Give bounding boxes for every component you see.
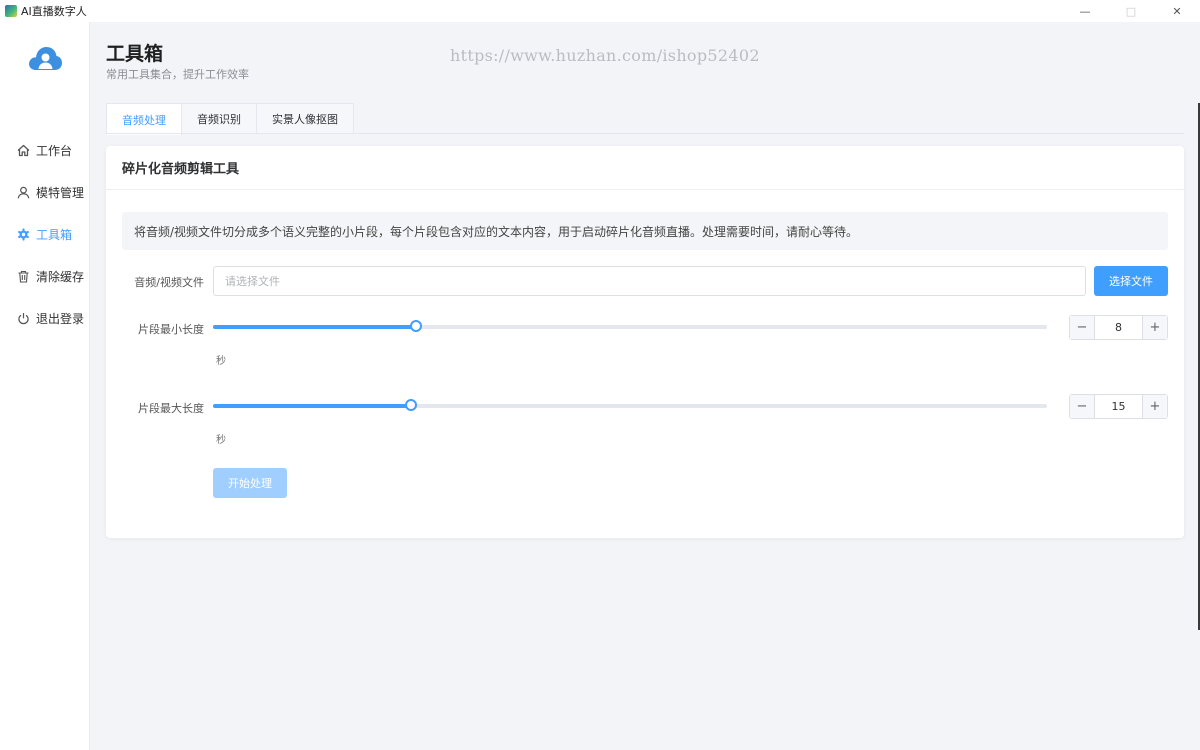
max-length-label: 片段最大长度 xyxy=(138,402,204,415)
sidebar-item-logout[interactable]: 退出登录 xyxy=(0,297,90,339)
sidebar-item-label: 清除缓存 xyxy=(36,269,85,284)
tool-description: 将音频/视频文件切分成多个语义完整的小片段，每个片段包含对应的文本内容，用于启动… xyxy=(122,212,1168,250)
close-button[interactable]: ✕ xyxy=(1154,0,1200,22)
tab-audio-recognition[interactable]: 音频识别 xyxy=(182,104,257,134)
max-length-slider-handle[interactable] xyxy=(405,399,418,411)
min-length-decrease-button[interactable]: − xyxy=(1070,316,1095,339)
min-length-label: 片段最小长度 xyxy=(138,323,204,336)
tool-card: 碎片化音频剪辑工具 将音频/视频文件切分成多个语义完整的小片段，每个片段包含对应… xyxy=(106,146,1184,538)
tab-audio-processing[interactable]: 音频处理 xyxy=(107,104,182,135)
title-bar: AI直播数字人 — □ ✕ xyxy=(0,0,1200,22)
min-length-increase-button[interactable]: + xyxy=(1142,316,1167,339)
min-length-slider-fill xyxy=(213,325,416,329)
window-title: AI直播数字人 xyxy=(21,5,87,18)
sidebar: 工作台 模特管理 工具箱 清除缓存 退出登录 xyxy=(0,22,90,750)
min-length-slider[interactable] xyxy=(213,320,1047,332)
sidebar-item-label: 工具箱 xyxy=(36,227,73,242)
sidebar-item-label: 退出登录 xyxy=(36,311,85,326)
tab-portrait-matting[interactable]: 实景人像抠图 xyxy=(257,104,353,134)
max-length-decrease-button[interactable]: − xyxy=(1070,395,1095,418)
max-length-value[interactable]: 15 xyxy=(1095,395,1142,418)
min-length-value[interactable]: 8 xyxy=(1095,316,1142,339)
minimize-button[interactable]: — xyxy=(1062,0,1108,22)
tool-tabs: 音频处理 音频识别 实景人像抠图 xyxy=(106,103,354,135)
maximize-button[interactable]: □ xyxy=(1108,0,1154,22)
min-length-stepper: − 8 + xyxy=(1069,315,1168,340)
user-icon xyxy=(16,185,30,199)
tool-title: 碎片化音频剪辑工具 xyxy=(106,146,1184,190)
file-path-input[interactable] xyxy=(213,266,1086,296)
max-length-slider[interactable] xyxy=(213,399,1047,411)
start-processing-button[interactable]: 开始处理 xyxy=(213,468,287,498)
window-controls: — □ ✕ xyxy=(1062,0,1200,22)
home-icon xyxy=(16,143,30,157)
choose-file-button[interactable]: 选择文件 xyxy=(1094,266,1168,296)
power-icon xyxy=(16,311,30,325)
app-icon xyxy=(5,5,17,17)
sidebar-item-label: 工作台 xyxy=(36,143,73,158)
sidebar-item-models[interactable]: 模特管理 xyxy=(0,171,90,213)
tabs-divider xyxy=(106,133,1184,134)
sidebar-item-label: 模特管理 xyxy=(36,185,85,200)
sidebar-nav: 工作台 模特管理 工具箱 清除缓存 退出登录 xyxy=(0,129,90,339)
sidebar-item-toolbox[interactable]: 工具箱 xyxy=(0,213,90,255)
main-content: 工具箱 常用工具集合，提升工作效率 https://www.huzhan.com… xyxy=(90,22,1200,750)
min-length-slider-handle[interactable] xyxy=(409,320,422,332)
watermark: https://www.huzhan.com/ishop52402 xyxy=(450,46,760,65)
trash-icon xyxy=(16,269,30,283)
page-title: 工具箱 xyxy=(106,43,164,65)
min-length-unit: 秒 xyxy=(216,356,226,367)
gear-icon xyxy=(16,227,30,241)
sidebar-item-clear-cache[interactable]: 清除缓存 xyxy=(0,255,90,297)
max-length-unit: 秒 xyxy=(216,435,226,446)
max-length-increase-button[interactable]: + xyxy=(1142,395,1167,418)
page-subtitle: 常用工具集合，提升工作效率 xyxy=(106,68,249,81)
max-length-stepper: − 15 + xyxy=(1069,394,1168,419)
file-label: 音频/视频文件 xyxy=(134,276,204,289)
sidebar-item-workbench[interactable]: 工作台 xyxy=(0,129,90,171)
max-length-slider-fill xyxy=(213,404,412,408)
cloud-user-icon xyxy=(27,44,63,72)
